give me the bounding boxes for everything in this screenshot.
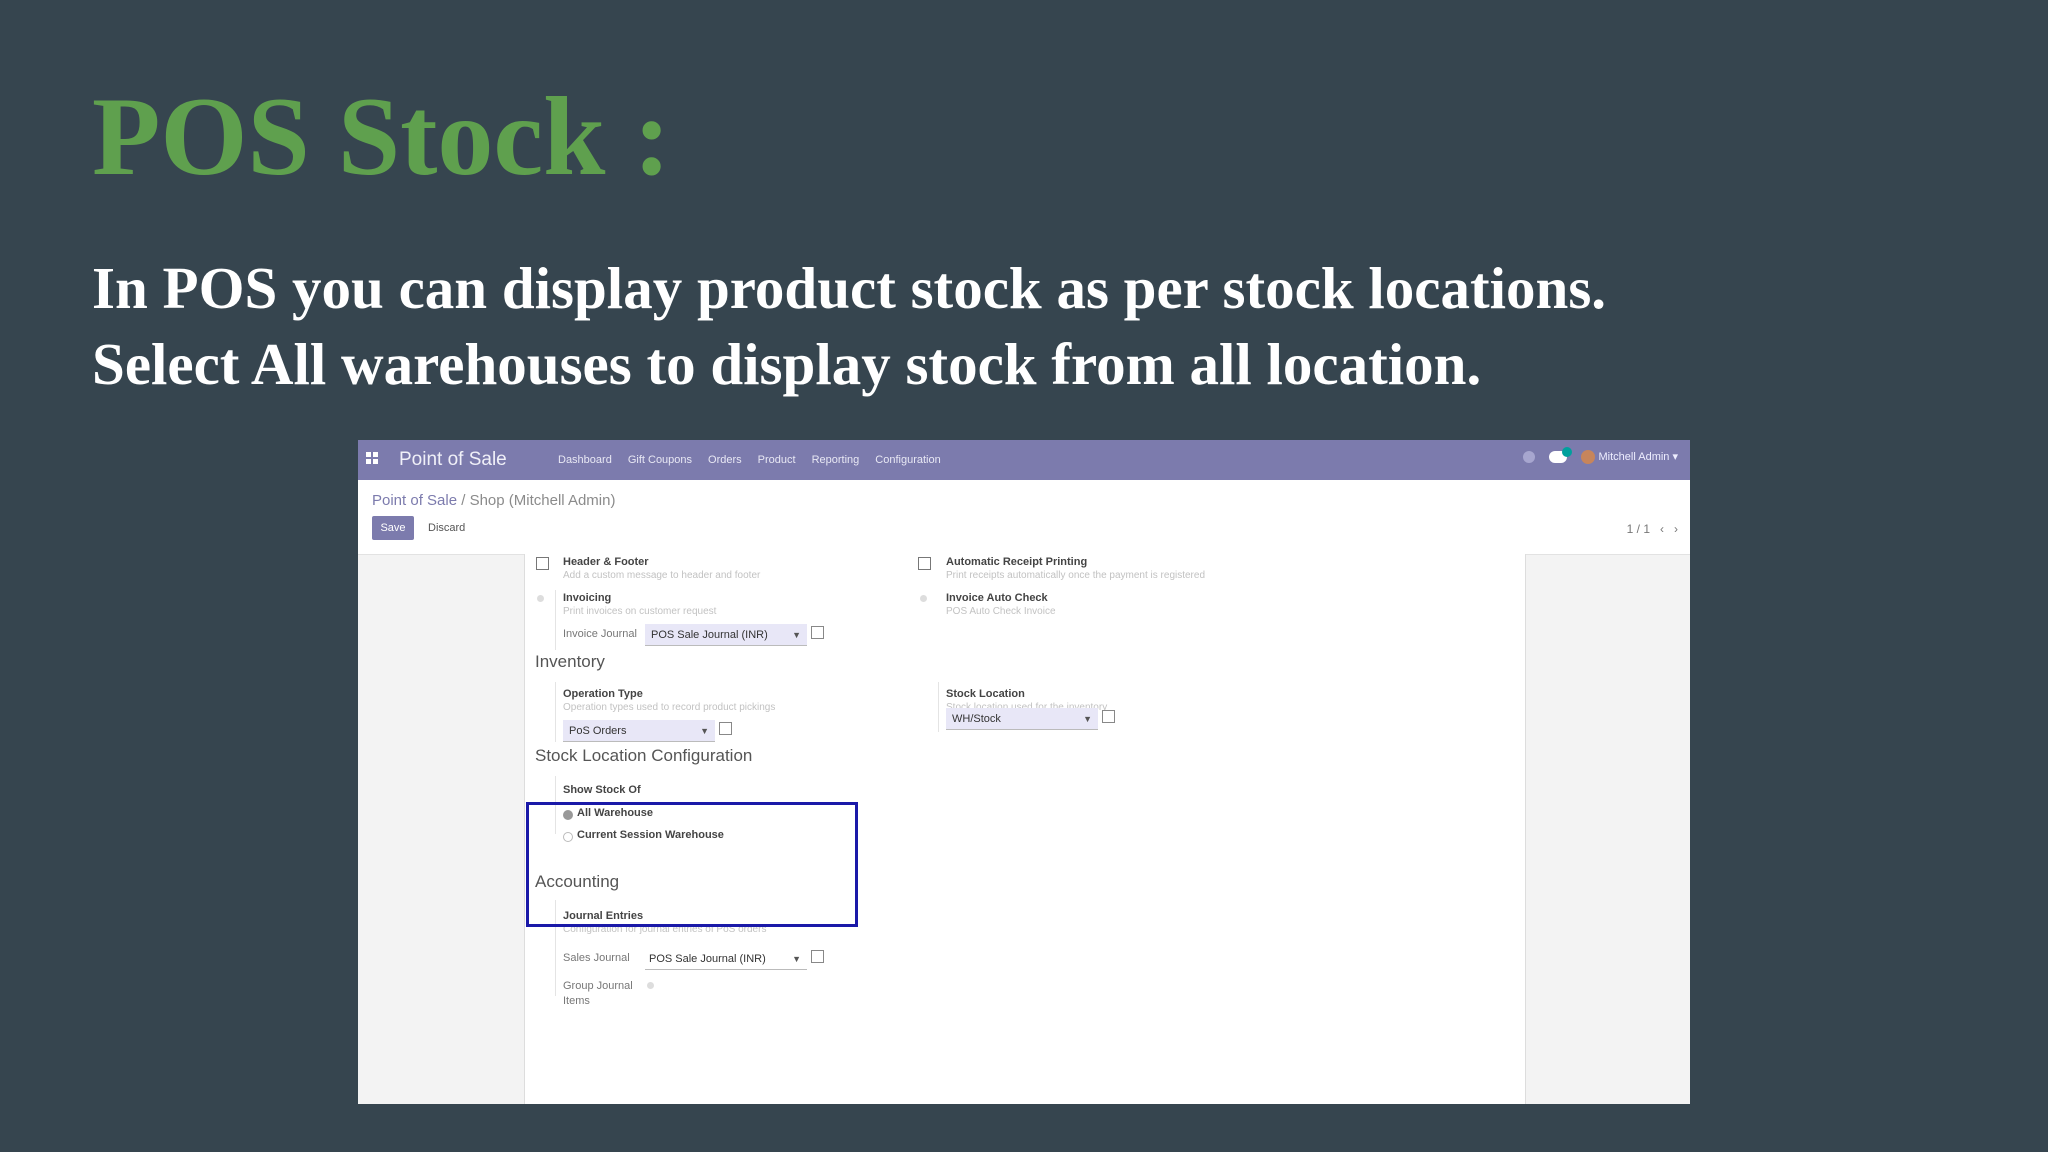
sales-journal-value: POS Sale Journal (INR) <box>649 953 766 965</box>
menu-configuration[interactable]: Configuration <box>875 454 940 466</box>
invoicing-label: Invoicing <box>563 592 612 604</box>
chat-icon[interactable] <box>1548 447 1572 464</box>
divider <box>555 590 556 650</box>
user-menu[interactable]: Mitchell Admin ▾ <box>1580 450 1678 465</box>
menu-orders[interactable]: Orders <box>708 454 742 466</box>
auto-receipt-help: Print receipts automatically once the pa… <box>946 570 1206 581</box>
menu-dashboard[interactable]: Dashboard <box>558 454 612 466</box>
chevron-down-icon: ▼ <box>700 726 709 736</box>
control-panel: Point of Sale / Shop (Mitchell Admin) Sa… <box>358 480 1690 555</box>
header-footer-label: Header & Footer <box>563 556 649 568</box>
sales-journal-label: Sales Journal <box>563 952 630 964</box>
pager-value[interactable]: 1 / 1 <box>1627 522 1650 536</box>
breadcrumb: Point of Sale / Shop (Mitchell Admin) <box>372 492 615 509</box>
auto-receipt-checkbox[interactable] <box>918 557 931 570</box>
pager-next-icon[interactable]: › <box>1674 522 1678 536</box>
header-footer-help: Add a custom message to header and foote… <box>563 570 761 581</box>
chevron-down-icon: ▼ <box>1083 714 1092 724</box>
group-journal-label: Group Journal <box>563 980 633 992</box>
discard-button[interactable]: Discard <box>420 516 474 540</box>
top-navbar: Point of Sale Dashboard Gift Coupons Ord… <box>358 440 1690 480</box>
operation-type-field[interactable]: PoS Orders ▼ <box>563 720 715 742</box>
activity-icon[interactable] <box>1522 451 1535 464</box>
group-journal-checkbox[interactable] <box>647 982 654 989</box>
slide-description: In POS you can display product stock as … <box>92 250 1606 402</box>
invoicing-help: Print invoices on customer request <box>563 606 717 617</box>
save-button[interactable]: Save <box>372 516 414 540</box>
invoice-journal-label: Invoice Journal <box>563 628 637 640</box>
menu-product[interactable]: Product <box>758 454 796 466</box>
invoice-auto-check-label: Invoice Auto Check <box>946 592 1048 604</box>
chat-count-badge <box>1561 447 1572 458</box>
navbar-systray: Mitchell Admin ▾ <box>1522 447 1678 465</box>
menu-reporting[interactable]: Reporting <box>812 454 860 466</box>
breadcrumb-separator: / <box>457 492 470 509</box>
divider <box>555 682 556 742</box>
header-footer-checkbox[interactable] <box>536 557 549 570</box>
avatar <box>1580 450 1595 465</box>
operation-type-value: PoS Orders <box>569 725 627 737</box>
user-name: Mitchell Admin <box>1598 451 1670 463</box>
chevron-down-icon: ▼ <box>792 630 801 640</box>
pager-prev-icon[interactable]: ‹ <box>1660 522 1664 536</box>
operation-type-label: Operation Type <box>563 688 643 700</box>
menu-gift-coupons[interactable]: Gift Coupons <box>628 454 692 466</box>
slide-line-2: Select All warehouses to display stock f… <box>92 331 1482 397</box>
external-link-icon[interactable] <box>1102 710 1115 723</box>
external-link-icon[interactable] <box>811 626 824 639</box>
invoicing-checkbox[interactable] <box>537 595 544 602</box>
auto-receipt-label: Automatic Receipt Printing <box>946 556 1088 568</box>
show-stock-of-label: Show Stock Of <box>563 784 641 796</box>
stock-location-label: Stock Location <box>946 688 1025 700</box>
group-journal-label-2: Items <box>563 995 590 1007</box>
highlight-box <box>526 802 858 927</box>
pager: 1 / 1 ‹ › <box>1627 522 1678 536</box>
external-link-icon[interactable] <box>719 722 732 735</box>
stock-location-field[interactable]: WH/Stock ▼ <box>946 708 1098 730</box>
main-menu: Dashboard Gift Coupons Orders Product Re… <box>558 454 941 466</box>
invoice-journal-value: POS Sale Journal (INR) <box>651 629 768 641</box>
invoice-auto-check-help: POS Auto Check Invoice <box>946 606 1056 617</box>
sales-journal-field[interactable]: POS Sale Journal (INR) ▼ <box>645 948 807 970</box>
inventory-title: Inventory <box>535 652 605 671</box>
chevron-down-icon: ▼ <box>792 954 801 964</box>
invoice-auto-check-checkbox[interactable] <box>920 595 927 602</box>
operation-type-help: Operation types used to record product p… <box>563 702 776 713</box>
odoo-screenshot: Point of Sale Dashboard Gift Coupons Ord… <box>358 440 1690 1104</box>
stock-config-title: Stock Location Configuration <box>535 746 753 765</box>
stock-location-value: WH/Stock <box>952 713 1001 725</box>
breadcrumb-root[interactable]: Point of Sale <box>372 492 457 509</box>
apps-menu-icon[interactable] <box>366 452 378 464</box>
slide-title: POS Stock : <box>92 75 671 199</box>
breadcrumb-current: Shop (Mitchell Admin) <box>469 492 616 509</box>
slide-line-1: In POS you can display product stock as … <box>92 255 1607 321</box>
divider <box>938 682 939 732</box>
invoice-journal-field[interactable]: POS Sale Journal (INR) ▼ <box>645 624 807 646</box>
app-brand[interactable]: Point of Sale <box>399 449 507 471</box>
external-link-icon[interactable] <box>811 950 824 963</box>
